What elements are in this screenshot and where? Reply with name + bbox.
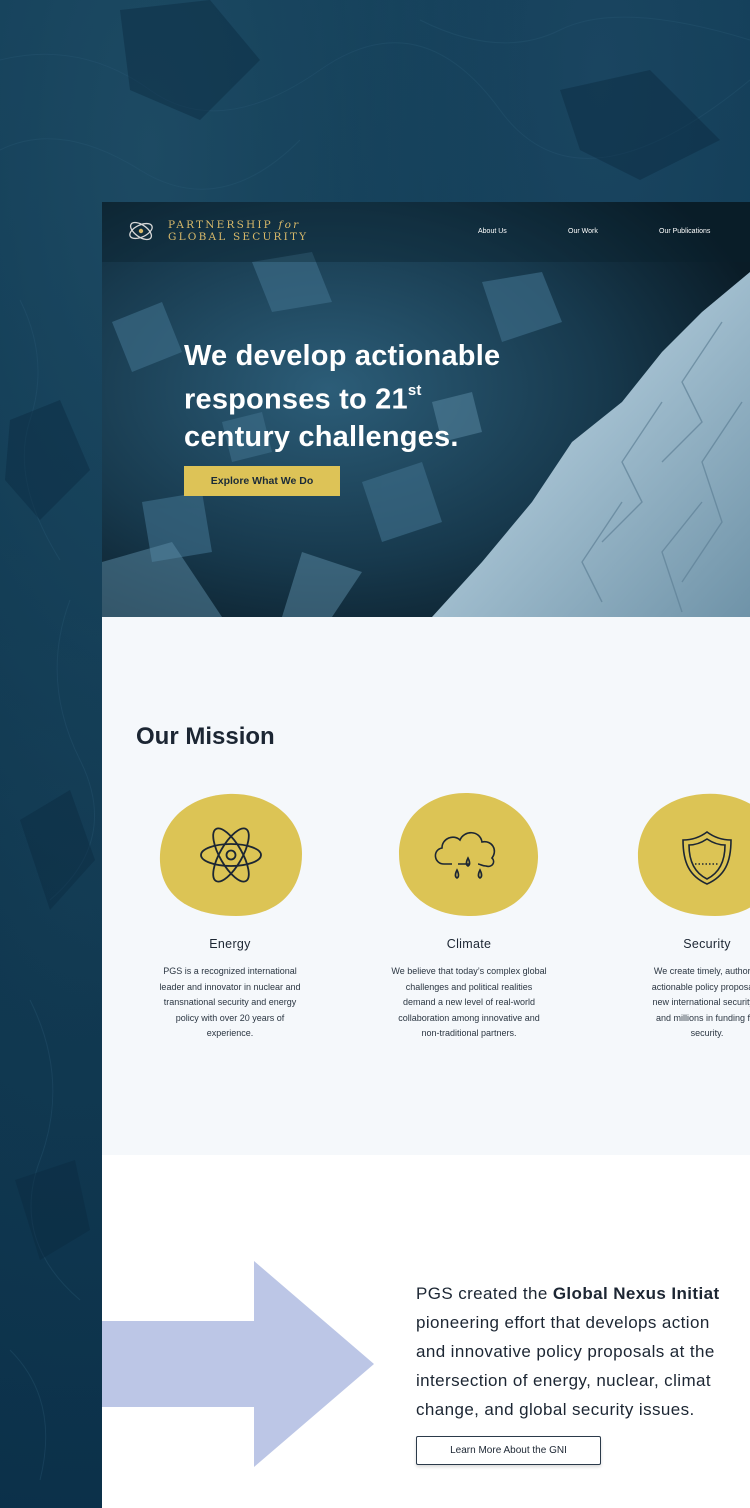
hero-section: PARTNERSHIP for GLOBAL SECURITY About Us… [102, 202, 750, 617]
brand-line2: GLOBAL SECURITY [168, 231, 309, 243]
hero-line-3: century challenges. [184, 420, 459, 453]
mission-card-title: Energy [209, 937, 251, 951]
text-line: new international security p [652, 997, 750, 1007]
text-line: and millions in funding for [655, 1012, 750, 1023]
text-line: security. [690, 1028, 724, 1038]
mission-card-description: We believe that today’s complex global c… [364, 964, 574, 1042]
brand-logo[interactable]: PARTNERSHIP for GLOBAL SECURITY [126, 216, 308, 246]
text-line: actionable policy proposals, [651, 981, 750, 992]
text-line: We believe that today’s complex global [391, 966, 547, 976]
orbit-logo-icon [129, 221, 153, 241]
climate-blob [399, 792, 539, 917]
text-line: leader and innovator in nuclear and [159, 981, 301, 992]
mission-section: Our Mission Energy PGS is a recognized i… [102, 617, 750, 1155]
text-line: transnational security and energy [163, 997, 297, 1007]
hero-line-2: responses to 21 [184, 383, 408, 416]
text-line: and innovative policy proposals at the [416, 1342, 715, 1361]
text-line: experience. [206, 1028, 254, 1038]
website-frame: PARTNERSHIP for GLOBAL SECURITY About Us… [102, 202, 750, 1508]
mission-card-description: PGS is a recognized international leader… [125, 964, 335, 1042]
mission-card-title: Climate [446, 937, 492, 951]
text-line: challenges and political realities [405, 981, 533, 992]
gni-description: PGS created the Global Nexus Initiat pio… [416, 1279, 750, 1424]
hero-line-1: We develop actionable [184, 340, 501, 372]
security-blob [637, 793, 750, 916]
brand-for: for [278, 219, 301, 231]
mission-card-description: We create timely, authorita actionable p… [602, 964, 750, 1042]
learn-more-gni-button[interactable]: Learn More About the GNI [416, 1436, 601, 1465]
nav-our-work[interactable]: Our Work [568, 228, 598, 235]
text-line: demand a new level of real-world [402, 997, 536, 1007]
nav-our-publications[interactable]: Our Publications [659, 228, 710, 235]
text-line: We create timely, authorita [653, 966, 750, 976]
gni-initiative-name: Global Nexus Initiat [552, 1284, 720, 1303]
text-line: change, and global security issues. [416, 1400, 695, 1419]
hero-headline: We develop actionable responses to 21st … [184, 338, 564, 456]
text-line: collaboration among innovative and [398, 1012, 540, 1023]
brand-name: PARTNERSHIP for GLOBAL SECURITY [168, 219, 308, 243]
text-line: non-traditional partners. [421, 1028, 517, 1038]
text-line: pioneering effort that develops action [416, 1313, 710, 1332]
energy-blob [159, 793, 302, 916]
mission-title: Our Mission [136, 723, 275, 750]
gni-text-intro: PGS created the [416, 1284, 553, 1303]
arrow-right-icon [102, 1261, 374, 1467]
mission-card-title: Security [683, 937, 731, 951]
hero-superscript: st [407, 382, 422, 399]
gni-section: PGS created the Global Nexus Initiat pio… [102, 1155, 750, 1508]
text-line: intersection of energy, nuclear, climat [416, 1371, 711, 1390]
explore-what-we-do-button[interactable]: Explore What We Do [184, 466, 340, 496]
top-navigation: PARTNERSHIP for GLOBAL SECURITY About Us… [102, 202, 750, 262]
nav-about-us[interactable]: About Us [478, 228, 507, 235]
text-line: policy with over 20 years of [175, 1012, 285, 1023]
text-line: PGS is a recognized international [163, 966, 297, 976]
brand-line1: PARTNERSHIP [168, 219, 273, 231]
